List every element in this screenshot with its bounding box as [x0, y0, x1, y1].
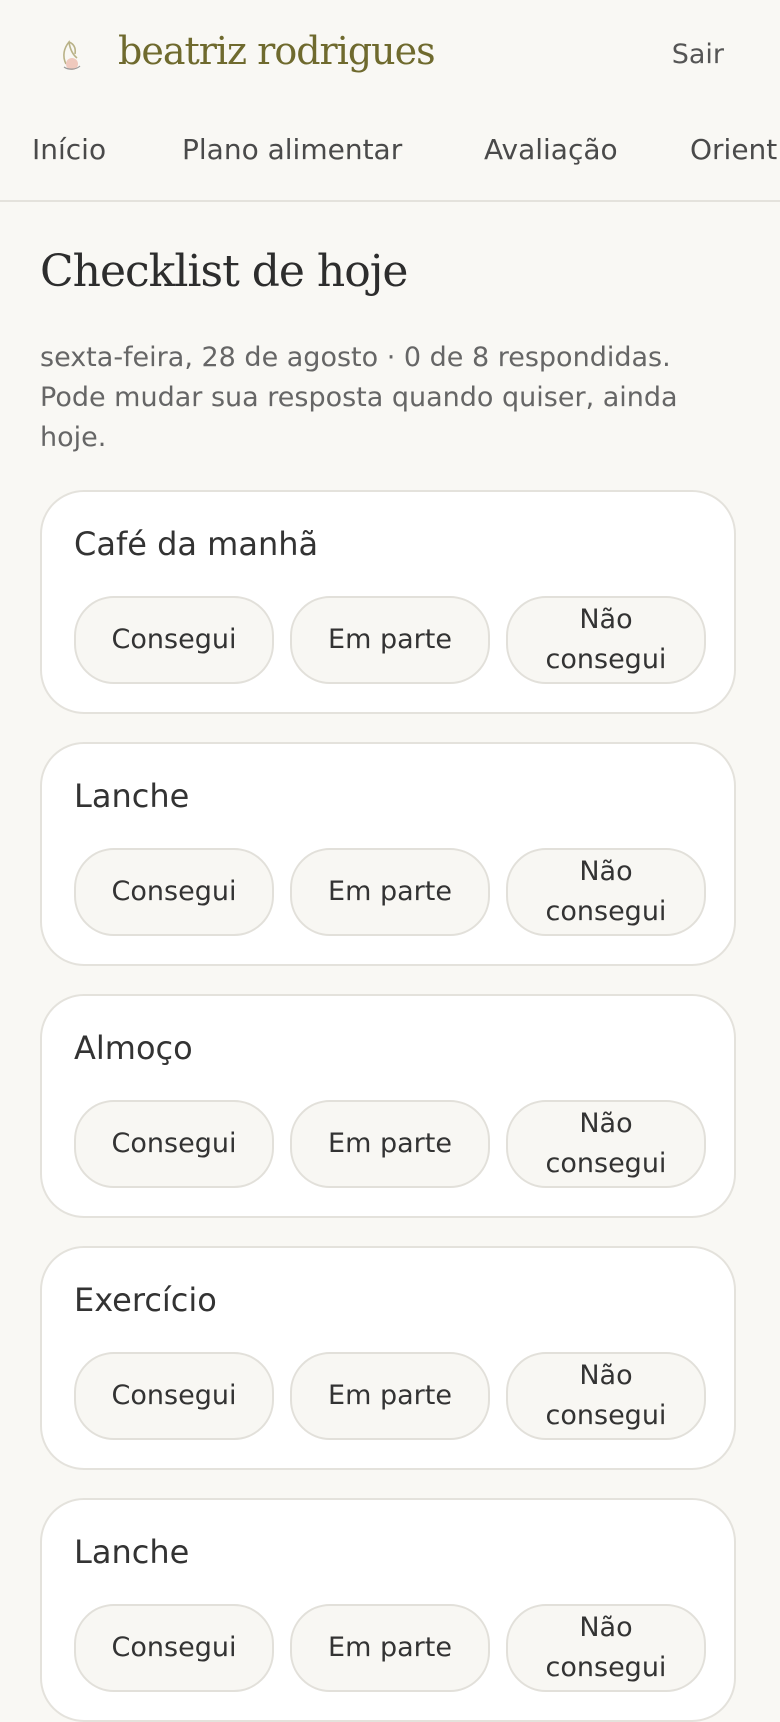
em-parte-button[interactable]: Em parte [290, 596, 490, 684]
nao-consegui-button[interactable]: Não consegui [506, 1604, 706, 1692]
checklist-item-label: Almoço [74, 1029, 193, 1067]
nao-consegui-button[interactable]: Não consegui [506, 1100, 706, 1188]
checklist-item-label: Exercício [74, 1281, 217, 1319]
checklist-item-card: Almoço Consegui Em parte Não consegui [40, 994, 736, 1218]
brand-name[interactable]: beatriz rodrigues [118, 26, 436, 76]
checklist-item-card: Lanche Consegui Em parte Não consegui [40, 742, 736, 966]
consegui-button[interactable]: Consegui [74, 1604, 274, 1692]
em-parte-button[interactable]: Em parte [290, 1604, 490, 1692]
checklist-item-card: Café da manhã Consegui Em parte Não cons… [40, 490, 736, 714]
checklist-summary: sexta-feira, 28 de agosto · 0 de 8 respo… [40, 342, 678, 453]
main-nav: Início Plano alimentar Avaliação Orient [0, 110, 780, 202]
hand-leaf-icon [52, 34, 92, 74]
em-parte-button[interactable]: Em parte [290, 1100, 490, 1188]
tab-avaliacao[interactable]: Avaliação [484, 130, 618, 170]
em-parte-button[interactable]: Em parte [290, 848, 490, 936]
tab-inicio[interactable]: Início [32, 130, 106, 170]
page-title: Checklist de hoje [40, 246, 408, 297]
top-bar: beatriz rodrigues Sair [0, 0, 780, 110]
tab-orientacoes[interactable]: Orient [690, 130, 777, 170]
nao-consegui-button[interactable]: Não consegui [506, 1352, 706, 1440]
nao-consegui-button[interactable]: Não consegui [506, 848, 706, 936]
checklist-item-label: Lanche [74, 777, 190, 815]
consegui-button[interactable]: Consegui [74, 1352, 274, 1440]
nao-consegui-button[interactable]: Não consegui [506, 596, 706, 684]
consegui-button[interactable]: Consegui [74, 596, 274, 684]
checklist-item-label: Lanche [74, 1533, 190, 1571]
consegui-button[interactable]: Consegui [74, 848, 274, 936]
em-parte-button[interactable]: Em parte [290, 1352, 490, 1440]
tab-plano-alimentar[interactable]: Plano alimentar [182, 130, 402, 170]
consegui-button[interactable]: Consegui [74, 1100, 274, 1188]
logout-link[interactable]: Sair [672, 38, 724, 72]
checklist-item-label: Café da manhã [74, 525, 319, 563]
checklist-item-card: Exercício Consegui Em parte Não consegui [40, 1246, 736, 1470]
checklist-item-card: Lanche Consegui Em parte Não consegui [40, 1498, 736, 1722]
